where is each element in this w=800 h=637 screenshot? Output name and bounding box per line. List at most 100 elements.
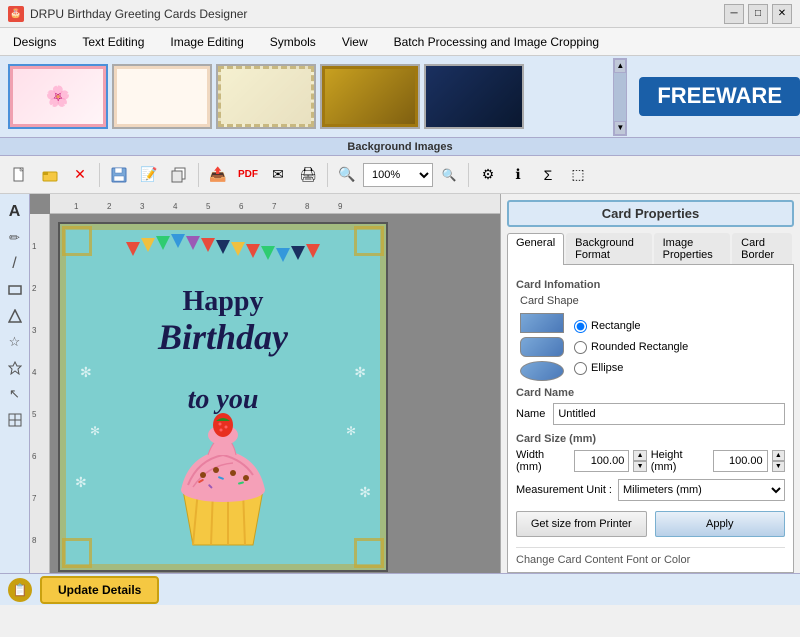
tab-card-border[interactable]: Card Border	[732, 233, 792, 264]
text-tool-button[interactable]: A	[3, 200, 27, 224]
settings-button[interactable]: ⚙	[474, 161, 502, 189]
apply-button[interactable]: Apply	[655, 511, 786, 537]
bg-label: Background Images	[0, 137, 800, 155]
tab-image-properties[interactable]: Image Properties	[654, 233, 731, 264]
star-tool-button[interactable]: ☆	[3, 330, 27, 354]
radio-rectangle-label: Rectangle	[591, 320, 641, 332]
zoom-select[interactable]: 100% 50% 75% 125% 150%	[363, 163, 433, 187]
toolbar-sep-3	[327, 163, 328, 187]
card-name-section: Card Name	[516, 387, 785, 399]
width-spin-down[interactable]: ▼	[633, 461, 646, 472]
radio-ellipse-row[interactable]: Ellipse	[574, 362, 688, 375]
app-icon: 🎂	[8, 6, 24, 22]
menu-image-editing[interactable]: Image Editing	[157, 28, 256, 55]
app-title: DRPU Birthday Greeting Cards Designer	[30, 7, 247, 21]
properties-tabs: General Background Format Image Properti…	[507, 233, 794, 265]
toolbar-sep-2	[198, 163, 199, 187]
ruler-vertical: 1 2 3 4 5 6 7 8	[30, 214, 50, 573]
menu-designs[interactable]: Designs	[0, 28, 69, 55]
menu-text-editing[interactable]: Text Editing	[69, 28, 157, 55]
tab-general[interactable]: General	[507, 233, 564, 265]
toolbar-sep-4	[468, 163, 469, 187]
zoom-out-button[interactable]: 🔍	[435, 161, 463, 189]
line-tool-button[interactable]: /	[3, 252, 27, 276]
canvas-area[interactable]: 1 2 3 4 5 6 7 8 9 1 2 3 4 5 6 7 8	[30, 194, 500, 573]
delete-button[interactable]: ✕	[66, 161, 94, 189]
font-color-settings-button[interactable]: Font or Color Settings	[516, 572, 785, 573]
card-properties-panel: Card Properties General Background Forma…	[500, 194, 800, 573]
bg-scrollbar[interactable]: ▲ ▼	[613, 58, 627, 136]
card-properties-header: Card Properties	[507, 200, 794, 227]
properties-content: Card Infomation Card Shape Rectangle	[507, 265, 794, 573]
height-spin-up[interactable]: ▲	[772, 450, 785, 461]
name-input[interactable]	[553, 403, 785, 425]
width-input[interactable]	[574, 450, 629, 472]
rect-tool-button[interactable]	[3, 278, 27, 302]
menu-symbols[interactable]: Symbols	[257, 28, 329, 55]
unit-row: Measurement Unit : Milimeters (mm) Inche…	[516, 479, 785, 501]
card-shape-label: Card Shape	[520, 295, 785, 307]
width-spin-up[interactable]: ▲	[633, 450, 646, 461]
menu-batch-processing[interactable]: Batch Processing and Image Cropping	[381, 28, 612, 55]
bg-thumb-2[interactable]	[112, 64, 212, 129]
pdf-button[interactable]: PDF	[234, 161, 262, 189]
copy-button[interactable]	[165, 161, 193, 189]
radio-rectangle-row[interactable]: Rectangle	[574, 320, 688, 333]
crop-button[interactable]: ⬚	[564, 161, 592, 189]
menu-bar: Designs Text Editing Image Editing Symbo…	[0, 28, 800, 56]
radio-ellipse[interactable]	[574, 362, 587, 375]
bg-thumb-1[interactable]: 🌸	[8, 64, 108, 129]
triangle-tool-button[interactable]	[3, 304, 27, 328]
shape-rect-thumb	[520, 313, 564, 333]
maximize-button[interactable]: □	[748, 4, 768, 24]
new-button[interactable]	[6, 161, 34, 189]
radio-ellipse-label: Ellipse	[591, 362, 623, 374]
email-button[interactable]: ✉	[264, 161, 292, 189]
bg-thumb-4[interactable]	[320, 64, 420, 129]
action-buttons-row: Get size from Printer Apply	[516, 511, 785, 537]
change-content-label: Change Card Content Font or Color	[516, 547, 785, 566]
measurement-label: Measurement Unit :	[516, 484, 612, 496]
height-label: Height (mm)	[651, 449, 709, 473]
info-button[interactable]: ℹ	[504, 161, 532, 189]
close-button[interactable]: ✕	[772, 4, 792, 24]
update-details-button[interactable]: Update Details	[40, 576, 159, 604]
left-toolbar: A ✏ / ☆ ↖	[0, 194, 30, 573]
greeting-card[interactable]: Happy Birthday to you ✻ ✻ ✻ ✻ ✻ ✻	[58, 222, 388, 572]
edit-button[interactable]: 📝	[135, 161, 163, 189]
sigma-button[interactable]: Σ	[534, 161, 562, 189]
radio-rounded-row[interactable]: Rounded Rectangle	[574, 341, 688, 354]
measurement-select[interactable]: Milimeters (mm) Inches Pixels	[618, 479, 785, 501]
update-icon: 📋	[8, 578, 32, 602]
bg-scroll-down[interactable]: ▼	[614, 121, 626, 135]
height-spin-down[interactable]: ▼	[772, 461, 785, 472]
radio-rounded-label: Rounded Rectangle	[591, 341, 688, 353]
toolbar: ✕ 📝 📤 PDF ✉ 🖨 🔍 100% 50% 75% 125% 150% 🔍…	[0, 156, 800, 194]
arrow-tool-button[interactable]: ↖	[3, 382, 27, 406]
open-button[interactable]	[36, 161, 64, 189]
toolbar-sep-1	[99, 163, 100, 187]
bg-thumb-3[interactable]	[216, 64, 316, 129]
print-button[interactable]: 🖨	[294, 161, 322, 189]
radio-rounded[interactable]	[574, 341, 587, 354]
pages-tool-button[interactable]	[3, 408, 27, 432]
menu-view[interactable]: View	[329, 28, 381, 55]
freeware-badge: FREEWARE	[639, 77, 800, 115]
card-text-happy: Happy	[70, 284, 376, 320]
height-input[interactable]	[713, 450, 768, 472]
shape-ellipse-thumb	[520, 361, 564, 381]
get-size-button[interactable]: Get size from Printer	[516, 511, 647, 537]
zoom-in-button[interactable]: 🔍	[333, 161, 361, 189]
ruler-horizontal: 1 2 3 4 5 6 7 8 9	[50, 194, 500, 214]
save-button[interactable]	[105, 161, 133, 189]
name-label: Name	[516, 408, 545, 420]
pen-tool-button[interactable]: ✏	[3, 226, 27, 250]
shape-tool-button[interactable]	[3, 356, 27, 380]
width-label: Width (mm)	[516, 449, 570, 473]
bg-scroll-up[interactable]: ▲	[614, 59, 626, 73]
bg-thumb-5[interactable]	[424, 64, 524, 129]
export-button[interactable]: 📤	[204, 161, 232, 189]
tab-background-format[interactable]: Background Format	[566, 233, 651, 264]
minimize-button[interactable]: ─	[724, 4, 744, 24]
radio-rectangle[interactable]	[574, 320, 587, 333]
